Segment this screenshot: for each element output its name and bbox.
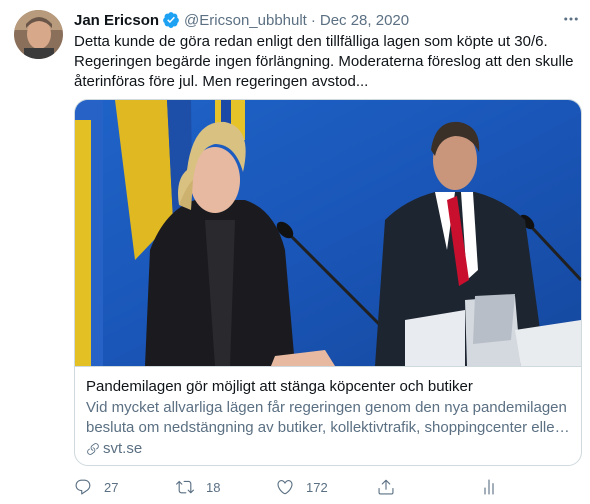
tweet-actions: 27 18 172 (74, 476, 524, 498)
reply-icon (75, 479, 91, 495)
card-domain-text: svt.se (103, 440, 143, 457)
tweet[interactable]: Jan Ericson @Ericson_ubbhult · Dec 28, 2… (0, 0, 590, 504)
avatar[interactable] (14, 10, 63, 59)
author-name[interactable]: Jan Ericson (74, 12, 159, 29)
author-handle[interactable]: @Ericson_ubbhult (184, 12, 307, 29)
link-card[interactable]: Pandemilagen gör möjligt att stänga köpc… (74, 99, 582, 466)
retweet-count: 18 (206, 479, 221, 495)
verified-badge-icon (163, 12, 179, 28)
card-body: Pandemilagen gör möjligt att stänga köpc… (75, 366, 581, 465)
reply-button[interactable]: 27 (74, 478, 118, 496)
separator: · (310, 11, 316, 29)
heart-icon (277, 480, 293, 495)
retweet-icon (176, 480, 194, 494)
more-horizontal-icon[interactable] (560, 8, 582, 30)
card-title[interactable]: Pandemilagen gör möjligt att stänga köpc… (86, 377, 569, 397)
card-description-line: besluta om nedstängning av butiker, koll… (86, 419, 569, 436)
like-button[interactable]: 172 (276, 478, 328, 496)
tweet-text: Detta kunde de göra redan enligt den til… (74, 33, 574, 90)
card-image (75, 100, 581, 366)
like-count: 172 (306, 479, 328, 495)
reply-count: 27 (104, 479, 119, 495)
analytics-icon (484, 479, 494, 495)
share-icon (378, 479, 394, 495)
card-description: Vid mycket allvarliga lägen får regering… (86, 398, 569, 438)
link-icon (87, 443, 99, 455)
card-description-line: Vid mycket allvarliga lägen får regering… (86, 399, 567, 416)
analytics-button[interactable] (480, 478, 498, 496)
tweet-header: Jan Ericson @Ericson_ubbhult · Dec 28, 2… (74, 10, 409, 30)
tweet-date[interactable]: Dec 28, 2020 (320, 12, 409, 29)
retweet-button[interactable]: 18 (176, 478, 220, 496)
share-button[interactable] (377, 478, 395, 496)
card-domain[interactable]: svt.se (86, 439, 569, 459)
